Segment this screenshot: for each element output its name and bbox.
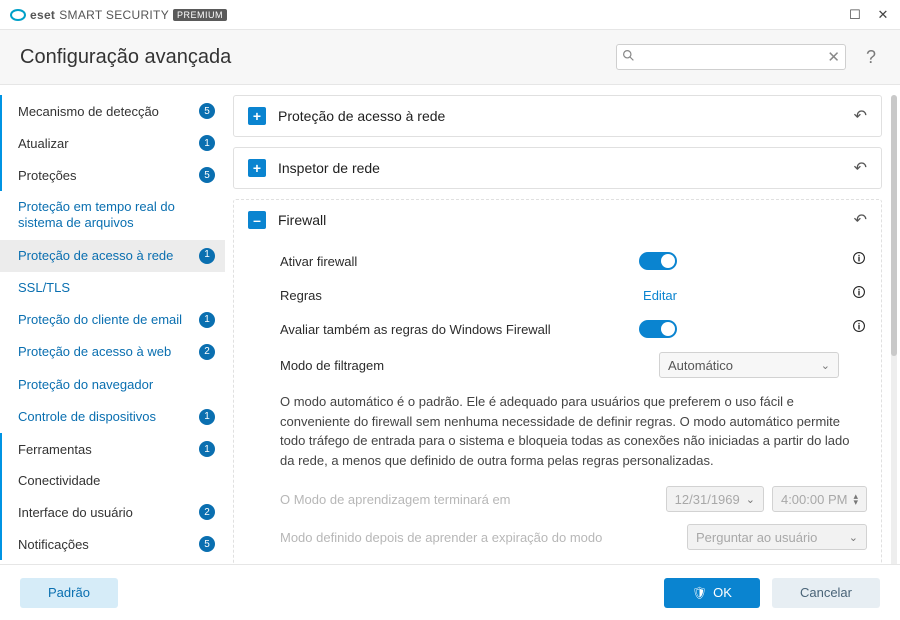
default-button[interactable]: Padrão [20,578,118,608]
panel-network-inspector: Inspetor de rede ↶ [233,147,882,189]
badge: 1 [199,441,215,457]
chevron-down-icon: ⌄ [821,359,830,372]
sidebar-item-web-access[interactable]: Proteção de acesso à web 2 [0,336,225,368]
panel-title: Firewall [278,212,842,228]
sidebar-item-detection-engine[interactable]: Mecanismo de detecção 5 [0,95,225,127]
undo-icon[interactable]: ↶ [854,106,867,126]
sidebar-item-ssl-tls[interactable]: SSL/TLS [0,272,225,304]
content: Proteção de acesso à rede ↶ Inspetor de … [225,85,900,579]
ok-button[interactable]: 🛡 OK [664,578,760,608]
learning-end-date: 12/31/1969 ⌄ [666,486,764,512]
row-enable-firewall: Ativar firewall 🛈 [280,244,867,278]
eset-logo-icon [10,7,26,23]
badge: 2 [199,504,215,520]
chevron-down-icon: ⌄ [746,493,755,506]
brand: eset SMART SECURITY PREMIUM [10,7,227,23]
toggle-enable-firewall[interactable] [639,252,677,270]
badge: 1 [199,248,215,264]
search-icon [622,49,635,65]
sidebar-item-notifications[interactable]: Notificações 5 [0,528,225,560]
header: Configuração avançada ✕ ? [0,30,900,85]
badge: 5 [199,536,215,552]
sidebar-item-realtime-fs[interactable]: Proteção em tempo real do sistema de arq… [0,191,225,240]
titlebar: eset SMART SECURITY PREMIUM ☐ ✕ [0,0,900,30]
toggle-windows-firewall[interactable] [639,320,677,338]
undo-icon[interactable]: ↶ [854,158,867,178]
sidebar-item-update[interactable]: Atualizar 1 [0,127,225,159]
row-learning-end: O Modo de aprendizagem terminará em 12/3… [280,480,867,518]
sidebar-item-ui[interactable]: Interface do usuário 2 [0,496,225,528]
rules-edit-link[interactable]: Editar [643,288,677,303]
row-filtering-mode: Modo de filtragem Automático ⌄ 🛈 [280,346,867,384]
sidebar-item-tools[interactable]: Ferramentas 1 [0,433,225,465]
chevron-down-icon: ⌄ [849,531,858,544]
badge: 1 [199,312,215,328]
after-learning-select: Perguntar ao usuário ⌄ [687,524,867,550]
panel-title: Proteção de acesso à rede [278,108,842,124]
sidebar: Mecanismo de detecção 5 Atualizar 1 Prot… [0,85,225,579]
sidebar-item-email-client[interactable]: Proteção do cliente de email 1 [0,304,225,336]
info-icon[interactable]: 🛈 [851,284,867,306]
panel-firewall: Firewall ↶ Ativar firewall 🛈 Regras Edit… [233,199,882,579]
badge: 5 [199,167,215,183]
window-maximize-icon[interactable]: ☐ [848,7,862,23]
stepper-icon: ▴▾ [853,493,858,506]
row-windows-firewall-rules: Avaliar também as regras do Windows Fire… [280,312,867,346]
filtering-mode-description: O modo automático é o padrão. Ele é adeq… [280,392,867,470]
content-scrollbar[interactable] [891,95,897,569]
sidebar-item-protections[interactable]: Proteções 5 [0,159,225,191]
scroll-thumb[interactable] [891,95,897,356]
badge: 1 [199,409,215,425]
brand-eset: eset [30,8,55,22]
sidebar-item-device-control[interactable]: Controle de dispositivos 1 [0,401,225,433]
row-rules: Regras Editar 🛈 [280,278,867,312]
undo-icon[interactable]: ↶ [854,210,867,230]
sidebar-item-connectivity[interactable]: Conectividade [0,465,225,496]
brand-product: SMART SECURITY [59,8,169,22]
panel-network-access: Proteção de acesso à rede ↶ [233,95,882,137]
expand-icon[interactable] [248,159,266,177]
info-icon[interactable]: 🛈 [851,318,867,340]
help-icon[interactable]: ? [862,47,880,68]
badge: 5 [199,103,215,119]
info-icon[interactable]: 🛈 [851,250,867,272]
brand-premium-tag: PREMIUM [173,9,227,21]
badge: 1 [199,135,215,151]
search-input[interactable] [616,44,846,70]
cancel-button[interactable]: Cancelar [772,578,880,608]
row-after-learning-mode: Modo definido depois de aprender a expir… [280,518,867,556]
page-title: Configuração avançada [20,46,231,69]
sidebar-item-network-access[interactable]: Proteção de acesso à rede 1 [0,240,225,272]
collapse-icon[interactable] [248,211,266,229]
search-box: ✕ [616,44,846,70]
footer: Padrão 🛡 OK Cancelar [0,564,900,620]
shield-icon: 🛡 [692,586,707,600]
filtering-mode-select[interactable]: Automático ⌄ [659,352,839,378]
expand-icon[interactable] [248,107,266,125]
sidebar-item-browser-protection[interactable]: Proteção do navegador [0,369,225,401]
learning-end-time: 4:00:00 PM ▴▾ [772,486,867,512]
panel-title: Inspetor de rede [278,160,842,176]
badge: 2 [199,344,215,360]
clear-search-icon[interactable]: ✕ [827,48,840,66]
window-close-icon[interactable]: ✕ [876,7,890,23]
